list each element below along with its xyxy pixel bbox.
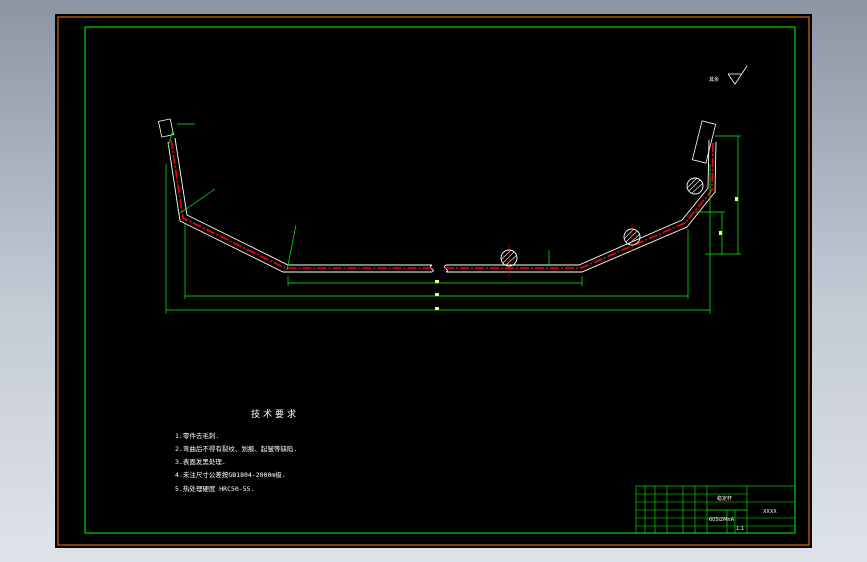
cad-viewport[interactable]: 其余 技术要求 1.零件去毛刺. 2.弯曲后不得有裂纹、划痕、起皱等缺陷. 3.…: [55, 14, 812, 548]
title-block-text: 稳定杆 XXXX 60Si2MnA 1:1: [709, 495, 777, 532]
drawing-canvas: 其余 技术要求 1.零件去毛刺. 2.弯曲后不得有裂纹、划痕、起皱等缺陷. 3.…: [57, 16, 810, 546]
tech-req-line-2: 2.弯曲后不得有裂纹、划痕、起皱等缺陷.: [175, 444, 297, 453]
dimensions: [165, 123, 741, 314]
title-block-material: 60Si2MnA: [709, 517, 735, 523]
title-block-drawing-number: XXXX: [763, 509, 777, 515]
tech-req-line-1: 1.零件去毛刺.: [175, 431, 219, 440]
tech-req-line-5: 5.热处理硬度 HRC50-55.: [175, 484, 254, 493]
stabilizer-bar-part: [157, 118, 717, 276]
surface-finish-label: 其余: [709, 76, 719, 83]
surface-finish-symbol: 其余: [709, 65, 748, 85]
technical-requirements: 技术要求 1.零件去毛刺. 2.弯曲后不得有裂纹、划痕、起皱等缺陷. 3.表面发…: [175, 408, 299, 493]
tech-req-title: 技术要求: [251, 408, 299, 420]
section-circle-3: [686, 177, 704, 195]
sheet-border: [57, 16, 810, 546]
title-block-part-name: 稳定杆: [717, 495, 732, 502]
tech-req-line-4: 4.未注尺寸公差按GB1804-2000m级.: [175, 470, 286, 479]
title-block-scale: 1:1: [736, 526, 744, 532]
tech-req-line-3: 3.表面发黑处理.: [175, 457, 226, 466]
